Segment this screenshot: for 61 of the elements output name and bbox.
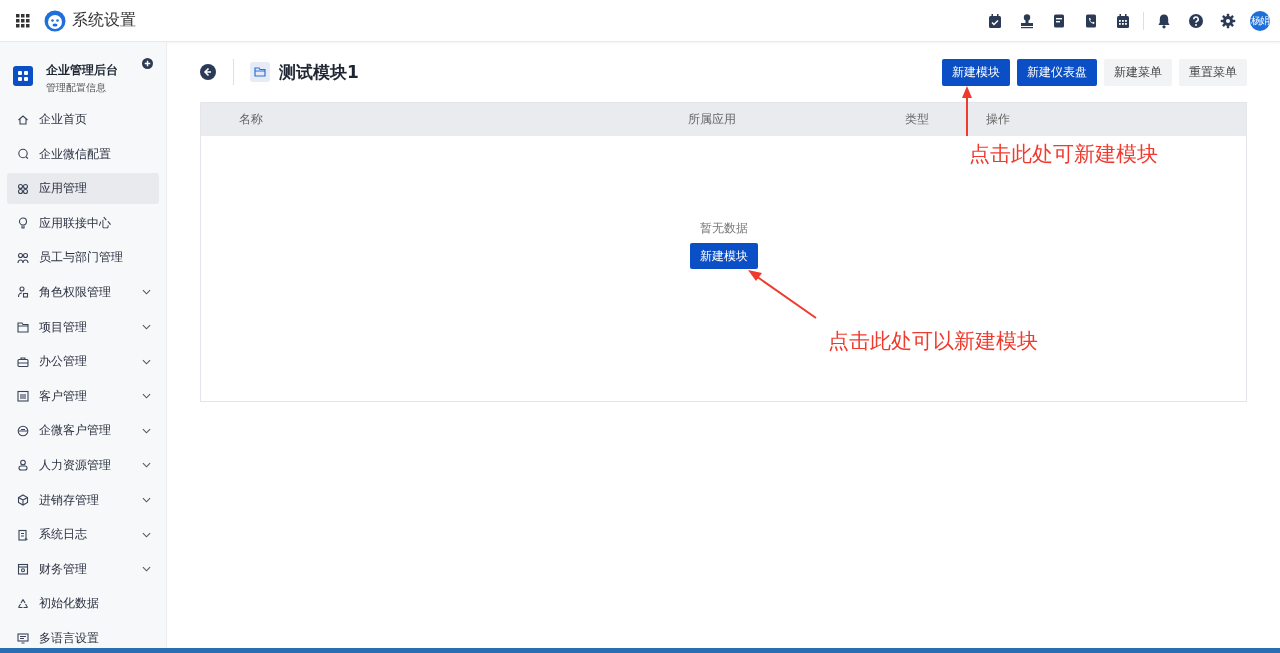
nav-item[interactable]: 角色权限管理: [7, 276, 159, 308]
nav-item[interactable]: 多语言设置: [7, 622, 159, 653]
people-icon: [17, 251, 29, 264]
help-icon[interactable]: [1188, 12, 1204, 29]
column-header: 类型: [904, 111, 930, 128]
phone-icon[interactable]: [1083, 12, 1099, 29]
nav-item[interactable]: 应用联接中心: [7, 207, 159, 239]
nav-item[interactable]: 企业微信配置: [7, 138, 159, 170]
action-button[interactable]: 新建模块: [942, 58, 1010, 86]
nav-item[interactable]: 进销存管理: [7, 484, 159, 516]
bell-icon[interactable]: [1156, 12, 1172, 29]
log-icon: [17, 528, 29, 541]
nav-item[interactable]: 员工与部门管理: [7, 242, 159, 274]
user-lock-icon: [17, 286, 29, 299]
sidebar-title: 企业管理后台: [46, 62, 118, 79]
nav-item[interactable]: 企业首页: [7, 104, 159, 135]
page-title: 测试模块1: [279, 60, 359, 84]
app-title: 系统设置: [72, 10, 136, 31]
action-button[interactable]: 新建仪表盘: [1017, 58, 1097, 86]
sidebar-subtitle: 管理配置信息: [46, 81, 107, 95]
screen-icon: [17, 632, 29, 645]
bulb-icon: [17, 217, 29, 230]
action-button[interactable]: 新建菜单: [1104, 58, 1172, 86]
annotation-text: 点击此处可新建模块: [969, 141, 1158, 168]
nav-item[interactable]: 客户管理: [7, 380, 159, 412]
calendar-icon[interactable]: [1115, 12, 1131, 29]
settings-icon[interactable]: [1220, 12, 1236, 29]
column-header: 名称: [238, 111, 264, 128]
grid-logo-icon: [13, 66, 33, 86]
user-avatar[interactable]: 杨娟: [1250, 10, 1270, 31]
folder-icon: [17, 321, 29, 334]
annotation-text: 点击此处可以新建模块: [828, 328, 1038, 355]
home-icon: [17, 113, 29, 126]
app-grid-icon[interactable]: [16, 13, 30, 28]
recycle-icon: [17, 597, 29, 610]
nav-item[interactable]: 项目管理: [7, 311, 159, 343]
stamp-icon[interactable]: [1019, 12, 1035, 29]
monkey-logo-icon: [44, 9, 66, 32]
apps-icon: [17, 182, 29, 195]
annotation-arrow: [748, 270, 818, 320]
new-module-button[interactable]: 新建模块: [689, 243, 758, 269]
nav-item[interactable]: 系统日志: [7, 519, 159, 551]
folder-icon: [250, 62, 270, 82]
document-icon[interactable]: [1051, 12, 1067, 29]
add-icon[interactable]: [142, 58, 153, 69]
column-header: 操作: [985, 111, 1011, 128]
empty-message: 暂无数据: [699, 220, 748, 237]
safe-icon: [17, 563, 29, 576]
check-calendar-icon[interactable]: [987, 12, 1003, 29]
cube-icon: [17, 494, 29, 507]
action-button[interactable]: 重置菜单: [1179, 58, 1247, 86]
briefcase-icon: [17, 355, 29, 368]
nav-item[interactable]: 人力资源管理: [7, 449, 159, 481]
person-icon: [17, 459, 29, 472]
nav-item[interactable]: 办公管理: [7, 346, 159, 378]
nav-item[interactable]: 应用管理: [7, 173, 159, 205]
annotation-arrow: [961, 86, 973, 136]
column-header: 所属应用: [687, 111, 737, 128]
nav-item[interactable]: 财务管理: [7, 553, 159, 585]
nav-item[interactable]: 初始化数据: [7, 588, 159, 620]
nav-item[interactable]: 企微客户管理: [7, 415, 159, 447]
